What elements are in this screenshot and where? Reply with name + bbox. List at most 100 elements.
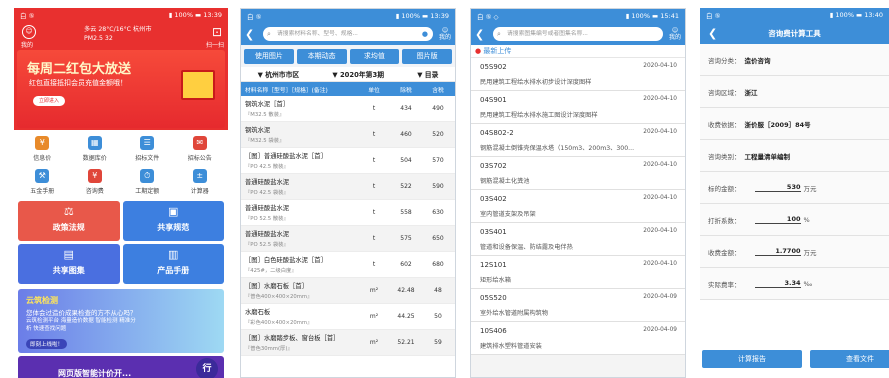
search-icon: ⌕ (497, 30, 501, 38)
grid-item[interactable]: ⚒ 五金手册 (16, 169, 69, 199)
page-title: 咨询费计算工具 (768, 28, 821, 38)
calc-report-button[interactable]: 计算报告 (702, 350, 802, 368)
promo-banner[interactable]: 每周二红包大放送 红包直接抵扣会员充值金额哦！ 立即进入 (17, 50, 225, 128)
material-cell: 钢筑水泥［首］ 『M32.5 散装』 (241, 99, 359, 118)
form-row[interactable]: 咨询类别： 工程量清单编制 (700, 140, 889, 172)
table-row[interactable]: 钢筑水泥 『M32.5 袋装』 t 460 520 (241, 122, 455, 148)
list-item[interactable]: 05S902 2020-04-10 民用建筑工程给水排水初步设计深度图样 (471, 58, 685, 91)
back-icon[interactable]: ❮ (475, 28, 487, 41)
tile-label: 政策法规 (52, 223, 85, 232)
form-row[interactable]: 收费依据： 浙价服［2009］84号 (700, 108, 889, 140)
field-value[interactable]: 浙价服［2009］84号 (745, 119, 811, 129)
ex-tax-cell: 602 (400, 261, 412, 268)
atlas-title: 钢筋混凝土倒锥壳保温水塔（150m3、200m3、300... (480, 145, 635, 152)
tab-item[interactable]: 本期动态 (296, 49, 347, 64)
category-tile[interactable]: ▤ 共享图集 (18, 244, 120, 284)
view-file-button[interactable]: 查看文件 (810, 350, 889, 368)
category-tile[interactable]: ⚖ 政策法规 (18, 201, 120, 241)
list-item[interactable]: 04S901 2020-04-10 民用建筑工程给水排水施工图设计深度图样 (471, 91, 685, 124)
status-bar: 白 ⑤ ▮ 100% ▬ 13:39 (14, 8, 228, 22)
ex-tax-cell: 504 (400, 157, 412, 164)
grid-item-label: 咨询费 (85, 188, 104, 195)
hardware-manual-icon: ⚒ (35, 169, 50, 183)
field-value[interactable]: 工程量清单编制 (745, 151, 791, 161)
search-input[interactable]: ⌕ 请搜索材料名称、型号、规格... ● (263, 27, 433, 41)
field-label: 咨询分类： (708, 56, 741, 65)
material-name: 普通硅酸盐水泥 (245, 179, 290, 186)
amount-input[interactable]: 3.34 (754, 279, 801, 288)
unit-cell: m² (369, 339, 379, 346)
user-icon[interactable]: ☺ (22, 25, 36, 39)
tab-item[interactable]: 图片版 (402, 49, 452, 64)
scan-label[interactable]: 扫一扫 (206, 40, 224, 49)
atlas-title: 民用建筑工程给水排水施工图设计深度图样 (480, 112, 598, 119)
ad-banner-check[interactable]: 云筑检测 您体会过造价成果检查的方不从心吗？ 云筑检测平台 海量造价数据 智能检… (18, 289, 224, 353)
bid-file-icon: ☰ (140, 136, 155, 150)
list-item[interactable]: 03S402 2020-04-10 室内管道支架及吊架 (471, 190, 685, 223)
field-value[interactable]: 造价咨询 (745, 55, 771, 65)
tab-item[interactable]: 使用图片 (244, 49, 294, 64)
my-account-button[interactable]: ☺ 我的 (669, 27, 681, 41)
table-row[interactable]: ［图］水磨石板［首］ 『普色400×400×20mm』 m² 42.48 48 (241, 278, 455, 304)
form-row[interactable]: 咨询分类： 造价咨询 (700, 44, 889, 76)
table-row[interactable]: 普通硅酸盐水泥 『PO 42.5 袋装』 t 522 590 (241, 174, 455, 200)
period-filter[interactable]: ▼ 2020年第3期 (332, 69, 384, 79)
ad-button[interactable]: 即刻上线啦！ (26, 339, 68, 349)
table-row[interactable]: 钢筑水泥［首］ 『M32.5 散装』 t 434 490 (241, 96, 455, 122)
microphone-icon[interactable]: ● (422, 27, 428, 41)
category-tile[interactable]: ▥ 产品手册 (122, 244, 224, 284)
back-icon[interactable]: ❮ (708, 27, 720, 40)
ex-tax-cell: 460 (400, 131, 412, 138)
amount-input[interactable]: 530 (754, 183, 801, 192)
table-row[interactable]: ［图］水磨踏步板、窗台板［首］ 『普色30mm(厚)』 m² 52.21 59 (241, 330, 455, 356)
tile-icon: ▣ (168, 205, 179, 218)
my-account-button[interactable]: ☺ 我的 (439, 27, 451, 41)
banner-title: 每周二红包大放送 (27, 62, 132, 77)
floating-action-button[interactable]: 行 (196, 358, 218, 378)
atlas-title: 室外给水管道附属构筑物 (480, 310, 549, 317)
table-row[interactable]: 水磨石板 『彩色400×400×20mm』 m² 44.25 50 (241, 304, 455, 330)
grid-item[interactable]: ¥ 信息价 (16, 136, 69, 166)
grid-item[interactable]: ▦ 数据库价 (69, 136, 122, 166)
grid-item[interactable]: ✉ 招标公告 (174, 136, 227, 166)
catalog-filter[interactable]: ▼ 目录 (417, 69, 438, 79)
list-item[interactable]: 04S802-2 2020-04-10 钢筋混凝土倒锥壳保温水塔（150m3、200… (471, 124, 685, 157)
field-label: 收费依据： (708, 120, 741, 129)
ad-banner-web[interactable]: 网页版智能计价开... 行 (18, 356, 224, 378)
tile-label: 共享规范 (157, 223, 190, 232)
banner-enter-button[interactable]: 立即进入 (33, 96, 65, 106)
material-cell: 普通硅酸盐水泥 『PO 42.5 袋装』 (241, 177, 359, 196)
amount-input[interactable]: 100 (754, 215, 801, 224)
list-item[interactable]: 12S101 2020-04-10 矩形给水箱 (471, 256, 685, 289)
tab-item[interactable]: 求均值 (349, 49, 400, 64)
unit-label: ‰ (803, 279, 813, 288)
grid-item[interactable]: ¥ 咨询费 (69, 169, 122, 199)
table-row[interactable]: 普通硅酸盐水泥 『PO 52.5 袋装』 t 575 650 (241, 226, 455, 252)
table-row[interactable]: ［图］普通硅酸盐水泥［首］ 『PO 42.5 散装』 t 504 570 (241, 148, 455, 174)
scan-icon[interactable]: ⊡ (212, 25, 222, 39)
list-item[interactable]: 10S406 2020-04-09 建筑排水塑料管道安装 (471, 322, 685, 355)
material-name: 普通硅酸盐水泥 (245, 231, 290, 238)
table-row[interactable]: 普通硅酸盐水泥 『PO 52.5 散装』 t 558 630 (241, 200, 455, 226)
list-item[interactable]: 03S401 2020-04-10 管道和设备保温、防结露及电伴热 (471, 223, 685, 256)
user-label[interactable]: 我的 (21, 40, 33, 49)
table-row[interactable]: ［图］白色硅酸盐水泥［首］ 『425#，二级白度』 t 602 680 (241, 252, 455, 278)
city-filter[interactable]: ▼ 杭州市市区 (258, 69, 300, 79)
price-table: 钢筑水泥［首］ 『M32.5 散装』 t 434 490 钢筑水泥 『M32.5 袋装』 t 4… (241, 96, 455, 356)
field-label: 实际费率： (708, 280, 741, 289)
form-row[interactable]: 咨询区域： 浙江 (700, 76, 889, 108)
grid-item[interactable]: ☰ 招标文件 (121, 136, 174, 166)
field-value[interactable]: 浙江 (745, 87, 758, 97)
back-icon[interactable]: ❮ (245, 28, 257, 41)
list-item[interactable]: 03S702 2020-04-10 钢筋混凝土化粪池 (471, 157, 685, 190)
field-label: 咨询区域： (708, 88, 741, 97)
grid-item[interactable]: ± 计算器 (174, 169, 227, 199)
amount-input[interactable]: 1.7700 (754, 247, 801, 256)
list-item[interactable]: 05S520 2020-04-09 室外给水管道附属构筑物 (471, 289, 685, 322)
unit-label: 万元 (803, 248, 817, 257)
category-tile[interactable]: ▣ 共享规范 (122, 201, 224, 241)
status-bar: 白 ⑤ ▮ 100% ▬ 13:40 (700, 8, 889, 22)
atlas-title: 钢筋混凝土化粪池 (480, 178, 530, 185)
grid-item[interactable]: ⏱ 工期定额 (121, 169, 174, 199)
search-input[interactable]: ⌕ 请搜索图集编号或者图集名称... (493, 27, 663, 41)
